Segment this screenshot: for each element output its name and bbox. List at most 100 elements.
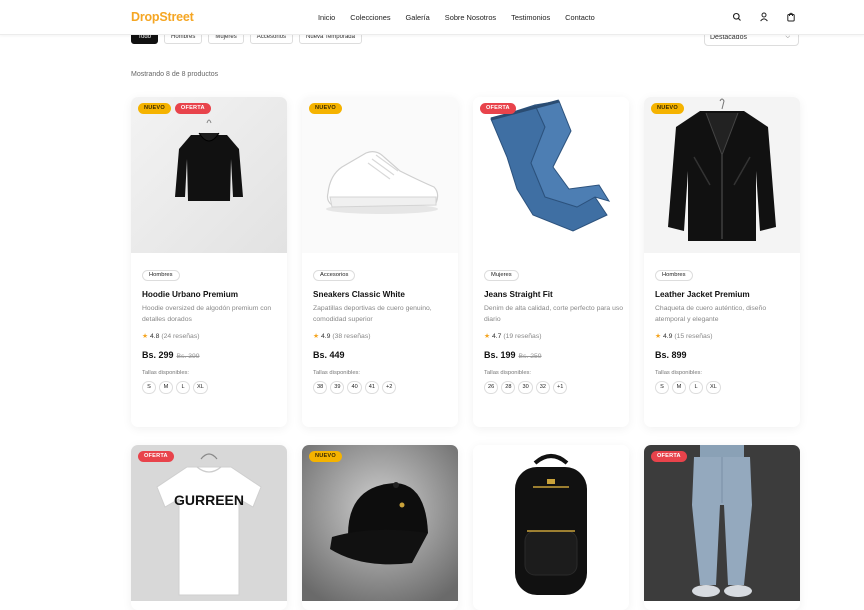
rating-value: 4.8 xyxy=(149,333,160,340)
size-options: 26 28 30 32 +1 xyxy=(484,381,624,394)
product-image-tshirt[interactable]: GURREEN OFERTA xyxy=(131,445,287,601)
product-description: Chaqueta de cuero auténtico, diseño atem… xyxy=(655,305,767,323)
size-option[interactable]: L xyxy=(689,381,703,394)
size-option-more[interactable]: +1 xyxy=(552,381,568,394)
product-card-leather-jacket[interactable]: NUEVO Hombres Leather Jacket Premium Cha… xyxy=(644,97,800,427)
product-card-cap[interactable]: NUEVO xyxy=(302,445,458,610)
product-name[interactable]: Sneakers Classic White xyxy=(313,290,453,299)
product-rating: ★ 4.7 (19 reseñas) xyxy=(484,332,624,340)
size-option[interactable]: M xyxy=(159,381,173,394)
current-price: Bs. 899 xyxy=(655,350,687,360)
product-card-backpack[interactable] xyxy=(473,445,629,610)
main-nav: Inicio Colecciones Galería Sobre Nosotro… xyxy=(318,13,610,22)
old-price: Bs. 259 xyxy=(518,353,542,360)
product-card-hoodie[interactable]: NUEVO OFERTA Hombres Hoodie Urbano Premi… xyxy=(131,97,287,427)
product-rating: ★ 4.8 (24 reseñas) xyxy=(142,332,282,340)
review-count: (24 reseñas) xyxy=(161,333,200,340)
size-options: S M L XL xyxy=(655,381,795,394)
product-description: Hoodie oversized de algodón premium con … xyxy=(142,305,272,323)
product-image-joggers[interactable]: OFERTA xyxy=(644,445,800,601)
size-option[interactable]: M xyxy=(672,381,686,394)
rating-value: 4.9 xyxy=(320,333,331,340)
size-option[interactable]: S xyxy=(655,381,669,394)
nav-link-colecciones[interactable]: Colecciones xyxy=(350,13,390,22)
product-image-jeans[interactable]: OFERTA xyxy=(473,97,629,253)
size-option[interactable]: 39 xyxy=(330,381,345,394)
nav-link-galeria[interactable]: Galería xyxy=(406,13,430,22)
current-price: Bs. 299 xyxy=(142,350,174,360)
product-rating: ★ 4.9 (15 reseñas) xyxy=(655,332,795,340)
nav-link-inicio[interactable]: Inicio xyxy=(318,13,335,22)
size-option[interactable]: XL xyxy=(706,381,721,394)
product-description: Denim de alta calidad, corte perfecto pa… xyxy=(484,305,624,323)
product-name[interactable]: Hoodie Urbano Premium xyxy=(142,290,282,299)
size-options: 38 39 40 41 +2 xyxy=(313,381,453,394)
product-image-sneakers[interactable]: NUEVO xyxy=(302,97,458,253)
product-image-backpack[interactable] xyxy=(473,445,629,601)
sizes-label: Tallas disponibles: xyxy=(313,370,361,376)
size-option[interactable]: 41 xyxy=(364,381,379,394)
site-header: DropStreet Inicio Colecciones Galería So… xyxy=(0,0,864,35)
product-image-leather-jacket[interactable]: NUEVO xyxy=(644,97,800,253)
current-price: Bs. 199 xyxy=(484,350,516,360)
product-card-jeans[interactable]: OFERTA Mujeres Jeans Straight Fit Denim … xyxy=(473,97,629,427)
size-option[interactable]: 32 xyxy=(535,381,550,394)
nav-link-sobre-nosotros[interactable]: Sobre Nosotros xyxy=(445,13,496,22)
rating-value: 4.9 xyxy=(662,333,673,340)
nav-link-contacto[interactable]: Contacto xyxy=(565,13,595,22)
tshirt-print-text: GURREEN xyxy=(174,492,244,508)
size-option[interactable]: S xyxy=(142,381,156,394)
star-icon: ★ xyxy=(142,333,149,340)
sizes-label: Tallas disponibles: xyxy=(142,370,190,376)
product-image-cap[interactable]: NUEVO xyxy=(302,445,458,601)
product-price: Bs. 299 Bs. 399 xyxy=(142,350,282,360)
badge-oferta: OFERTA xyxy=(174,103,211,114)
badge-nuevo: NUEVO xyxy=(309,451,342,462)
nav-link-testimonios[interactable]: Testimonios xyxy=(511,13,550,22)
size-options: S M L XL xyxy=(142,381,282,394)
size-option-more[interactable]: +2 xyxy=(381,381,397,394)
review-count: (38 reseñas) xyxy=(332,333,371,340)
product-rating: ★ 4.9 (38 reseñas) xyxy=(313,332,453,340)
product-name[interactable]: Leather Jacket Premium xyxy=(655,290,795,299)
chevron-down-icon: ⌵ xyxy=(785,34,790,40)
size-option[interactable]: 26 xyxy=(484,381,499,394)
sort-selected-value: Destacados xyxy=(710,34,747,41)
product-description: Zapatillas deportivas de cuero genuino, … xyxy=(313,305,432,323)
product-card-sneakers[interactable]: NUEVO Accesorios Sneakers Classic White … xyxy=(302,97,458,427)
review-count: (15 reseñas) xyxy=(674,333,713,340)
star-icon: ★ xyxy=(655,333,662,340)
product-price: Bs. 899 xyxy=(655,350,795,360)
size-option[interactable]: 28 xyxy=(501,381,516,394)
product-price: Bs. 199 Bs. 259 xyxy=(484,350,624,360)
rating-value: 4.7 xyxy=(491,333,502,340)
product-price: Bs. 449 xyxy=(313,350,453,360)
product-card-tshirt[interactable]: GURREEN OFERTA xyxy=(131,445,287,610)
star-icon: ★ xyxy=(313,333,320,340)
current-price: Bs. 449 xyxy=(313,350,345,360)
sizes-label: Tallas disponibles: xyxy=(484,370,532,376)
product-name[interactable]: Jeans Straight Fit xyxy=(484,290,624,299)
bag-icon[interactable] xyxy=(786,10,796,24)
badge-oferta: OFERTA xyxy=(480,103,516,114)
product-image-hoodie[interactable]: NUEVO OFERTA xyxy=(131,97,287,253)
size-option[interactable]: XL xyxy=(193,381,208,394)
badge-oferta: OFERTA xyxy=(138,451,174,462)
user-icon[interactable] xyxy=(759,10,769,24)
size-option[interactable]: 40 xyxy=(347,381,362,394)
category-tag: Mujeres xyxy=(484,270,519,281)
category-tag: Hombres xyxy=(142,270,180,281)
results-count: Mostrando 8 de 8 productos xyxy=(131,71,219,78)
old-price: Bs. 399 xyxy=(176,353,200,360)
category-tag: Hombres xyxy=(655,270,693,281)
search-icon[interactable] xyxy=(732,10,742,24)
product-card-joggers[interactable]: OFERTA xyxy=(644,445,800,610)
size-option[interactable]: L xyxy=(176,381,190,394)
star-icon: ★ xyxy=(484,333,491,340)
badge-nuevo: NUEVO xyxy=(309,103,342,114)
size-option[interactable]: 30 xyxy=(518,381,533,394)
size-option[interactable]: 38 xyxy=(313,381,328,394)
badge-nuevo: NUEVO xyxy=(138,103,171,114)
badge-nuevo: NUEVO xyxy=(651,103,684,114)
site-logo[interactable]: DropStreet xyxy=(131,10,194,24)
